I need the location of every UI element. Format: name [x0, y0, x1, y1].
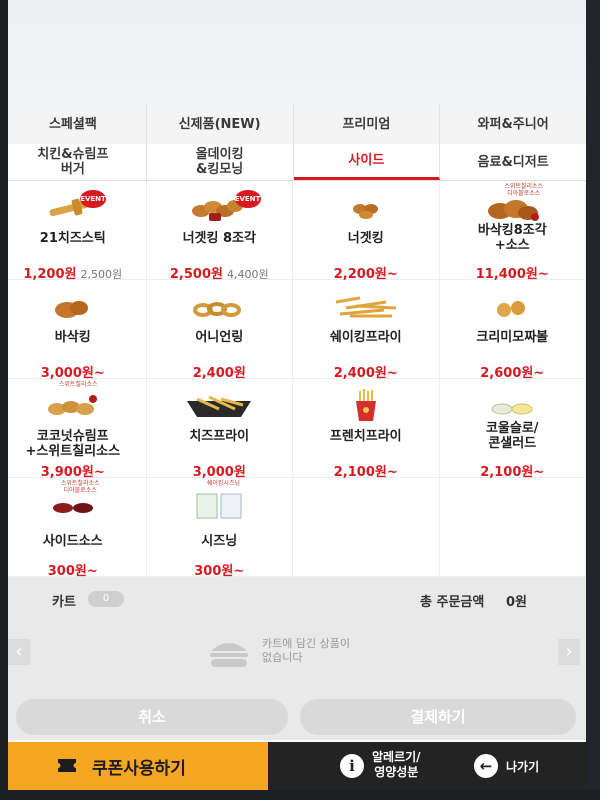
chicken-wings-icon	[488, 200, 540, 221]
product-card-creamy-mozza-ball[interactable]: 크리미모짜볼 2,600원~	[439, 280, 586, 381]
product-card-seasoning[interactable]: 쉐이킹시즈닝 시즈닝 300원~	[146, 478, 293, 579]
total-amount-label: 총 주문금액	[420, 595, 485, 610]
exit-button[interactable]: 나가기	[506, 758, 539, 775]
cancel-button[interactable]: 취소	[16, 699, 288, 735]
tab-allday-king[interactable]: 올데이킹 &킹모닝	[147, 144, 294, 180]
product-card-cheese-stick[interactable]: EVENT 21치즈스틱 1,200원 2,500원	[0, 181, 147, 282]
mozza-ball-icon	[497, 301, 526, 317]
product-card-coleslaw-corn-salad[interactable]: 코울슬로/ 콘샐러드 2,100원~	[439, 379, 586, 480]
product-name: 21치즈스틱	[39, 231, 106, 246]
coconut-shrimp-icon	[47, 395, 97, 415]
product-name: 코울슬로/ 콘샐러드	[485, 421, 539, 451]
tab-special-pack[interactable]: 스페셜팩	[0, 104, 147, 144]
cart-label: 카트	[52, 595, 76, 610]
tab-premium[interactable]: 프리미엄	[294, 104, 441, 144]
product-name: 사이드소스	[42, 534, 103, 549]
product-card-nugget-king[interactable]: 너겟킹 2,200원~	[293, 181, 440, 282]
product-name: 크리미모짜볼	[476, 330, 549, 345]
product-name: 치즈프라이	[189, 429, 250, 444]
tab-side[interactable]: 사이드	[293, 144, 441, 180]
product-card-onion-ring[interactable]: 어니언링 2,400원	[146, 280, 293, 381]
allergy-nutrition-button[interactable]: 알레르기/ 영양성분	[372, 750, 421, 780]
tab-whopper-junior[interactable]: 와퍼&주니어	[440, 104, 586, 144]
product-name: 쉐이킹프라이	[329, 330, 402, 345]
screen-bezel-bottom	[0, 790, 600, 800]
product-name: 시즈닝	[201, 534, 238, 549]
nugget-small-icon	[352, 204, 378, 219]
onion-ring-icon	[193, 302, 242, 317]
tab-chicken-shrimp-burger[interactable]: 치킨&슈림프 버거	[0, 144, 147, 180]
empty-cell	[293, 478, 440, 577]
category-tabs-row-2: 치킨&슈림프 버거 올데이킹 &킹모닝 사이드 음료&디저트	[0, 144, 586, 181]
screen-bezel-right	[586, 0, 600, 800]
coupon-button[interactable]: 쿠폰사용하기	[0, 742, 268, 790]
seasoning-packets-icon	[196, 493, 242, 519]
tab-drinks-dessert[interactable]: 음료&디저트	[440, 144, 586, 180]
french-fries-icon	[355, 389, 376, 421]
coupon-icon	[58, 759, 76, 772]
burger-icon	[210, 643, 248, 667]
sauce-cups-icon	[52, 503, 93, 513]
shaking-fries-icon	[335, 296, 396, 318]
cart-empty-message: 카트에 담긴 상품이 없습니다	[262, 637, 350, 664]
screen-bezel-left	[0, 0, 8, 800]
product-card-nugget-8[interactable]: EVENT 너겟킹 8조각 2,500원 4,400원	[146, 181, 293, 282]
chicken-wing-icon	[54, 301, 88, 318]
tab-label: 올데이킹 &킹모닝	[195, 147, 244, 177]
total-amount-value: 0원	[506, 595, 528, 610]
cheese-fries-icon	[187, 395, 252, 417]
product-name: 어니언링	[195, 330, 244, 345]
back-arrow-icon[interactable]: ←	[474, 754, 498, 778]
tab-new[interactable]: 신제품(NEW)	[147, 104, 294, 144]
screen-top-area	[0, 0, 600, 104]
cart-scroll-left-icon[interactable]: ‹	[8, 639, 30, 665]
event-badge: EVENT	[234, 190, 261, 208]
product-name: 너겟킹	[347, 231, 384, 246]
empty-cell	[439, 478, 586, 577]
product-card-side-sauce[interactable]: 스위트칠리소스 디아블로소스 사이드소스 300원~	[0, 478, 147, 579]
pay-button[interactable]: 결제하기	[300, 699, 576, 735]
tab-label: 치킨&슈림프 버거	[37, 147, 109, 177]
product-name: 바삭킹	[54, 330, 91, 345]
product-name: 너겟킹 8조각	[182, 231, 256, 246]
product-card-basak-king-8-sauce[interactable]: 스위트칠리소스 디아블로소스 바삭킹8조각 +소스 11,400원~	[439, 181, 586, 282]
product-card-cheese-fries[interactable]: 치즈프라이 3,000원	[146, 379, 293, 480]
cart-scroll-right-icon[interactable]: ›	[558, 639, 580, 665]
product-card-shaking-fries[interactable]: 쉐이킹프라이 2,400원~	[293, 280, 440, 381]
product-name: 바삭킹8조각 +소스	[477, 223, 547, 253]
category-tabs-row-1: 스페셜팩 신제품(NEW) 프리미엄 와퍼&주니어	[0, 104, 586, 144]
bottom-bar: 쿠폰사용하기 i 알레르기/ 영양성분 ← 나가기	[0, 742, 586, 790]
product-card-coconut-shrimp[interactable]: 스위트칠리소스 코코넛슈림프 +스위트칠리소스 3,900원~	[0, 379, 147, 480]
cart-count-badge: 0	[88, 591, 124, 607]
product-card-basak-king[interactable]: 바삭킹 3,000원~	[0, 280, 147, 381]
event-badge: EVENT	[80, 190, 106, 208]
product-grid: EVENT 21치즈스틱 1,200원 2,500원 EVENT 너겟킹 8조각 …	[0, 181, 586, 579]
coupon-label: 쿠폰사용하기	[92, 759, 186, 779]
product-card-french-fries[interactable]: 프렌치프라이 2,100원~	[293, 379, 440, 480]
info-icon[interactable]: i	[340, 754, 364, 778]
product-name: 프렌치프라이	[329, 429, 402, 444]
cart-panel: 카트 0 총 주문금액 0원 ‹ › 카트에 담긴 상품이 없습니다 취소 결제…	[0, 577, 586, 740]
coleslaw-icon	[491, 403, 533, 415]
product-name: 코코넛슈림프 +스위트칠리소스	[25, 429, 121, 459]
